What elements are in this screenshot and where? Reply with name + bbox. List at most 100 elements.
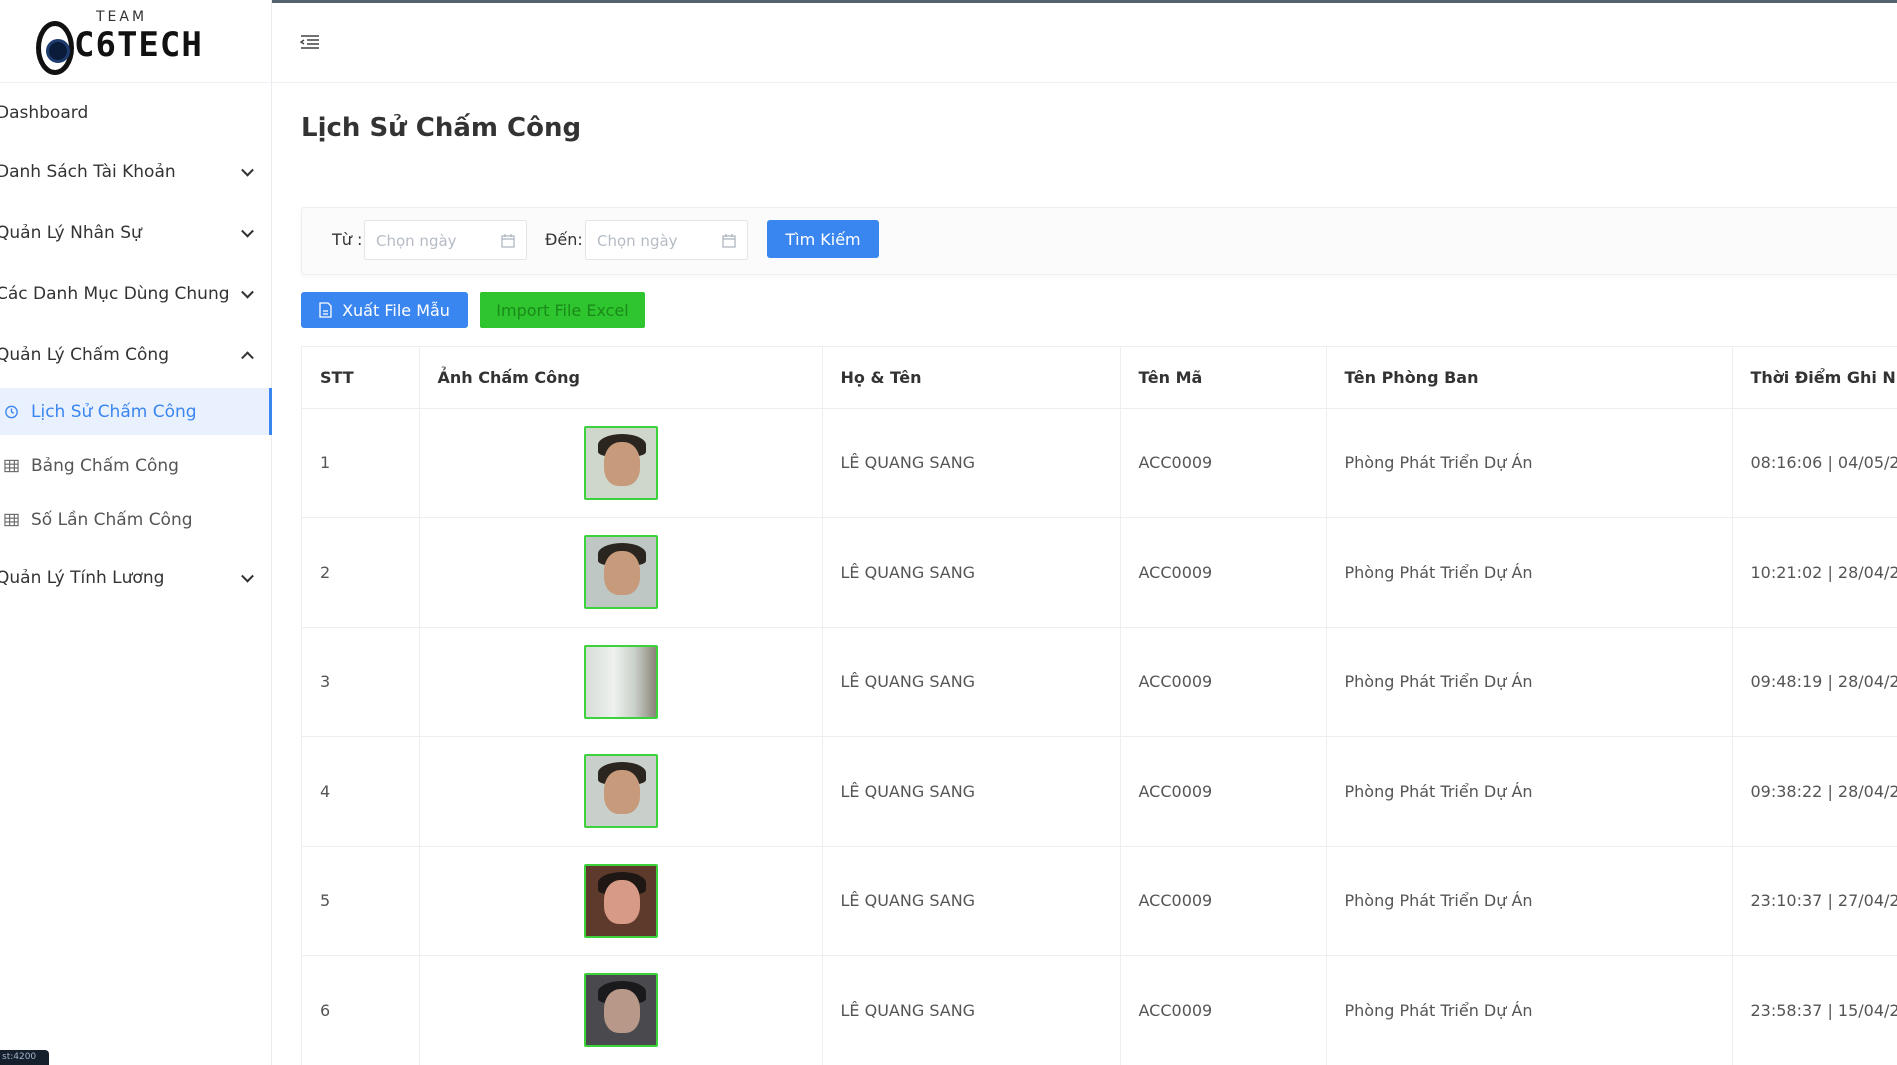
column-header[interactable]: Tên Phòng Ban xyxy=(1326,347,1733,409)
time-cell: 23:10:37 | 27/04/2024 xyxy=(1732,846,1897,956)
sidebar-item-hr[interactable]: Quản Lý Nhân Sự xyxy=(0,202,272,263)
table-row[interactable]: 4 LÊ QUANG SANG ACC0009 Phòng Phát Triển… xyxy=(302,736,1897,847)
code-cell: ACC0009 xyxy=(1120,955,1327,1065)
chevron-down-icon xyxy=(241,224,254,238)
time-cell: 09:38:22 | 28/04/2024 xyxy=(1732,736,1897,847)
attendance-photo[interactable] xyxy=(583,973,658,1048)
import-excel-button[interactable]: Import File Excel xyxy=(480,292,645,328)
attendance-table-container[interactable]: STT Ảnh Chấm Công Họ & Tên Tên Mã Tên Ph… xyxy=(301,346,1897,1065)
stt-cell: 2 xyxy=(302,517,420,628)
code-cell: ACC0009 xyxy=(1120,736,1327,847)
sidebar-item-label: Quản Lý Nhân Sự xyxy=(0,222,142,243)
sidebar-item-payroll[interactable]: Quản Lý Tính Lương xyxy=(0,547,272,608)
chevron-up-icon xyxy=(241,350,254,364)
sidebar-item-categories[interactable]: Các Danh Mục Dùng Chung xyxy=(0,263,272,324)
logo-team-text: TEAM xyxy=(96,9,148,25)
from-date-input[interactable]: Chọn ngày xyxy=(364,220,527,260)
table-row[interactable]: 2 LÊ QUANG SANG ACC0009 Phòng Phát Triển… xyxy=(302,517,1897,628)
stt-cell: 6 xyxy=(302,955,420,1065)
photo-cell xyxy=(419,408,823,518)
name-cell: LÊ QUANG SANG xyxy=(822,627,1121,737)
logo-name-text: C6TECH xyxy=(74,25,203,65)
menu-collapse-icon[interactable] xyxy=(299,34,321,50)
sidebar-subitem-label: Bảng Chấm Công xyxy=(31,456,179,476)
calendar-icon xyxy=(722,234,736,248)
date-placeholder: Chọn ngày xyxy=(376,232,457,250)
sidebar-item-label: Danh Sách Tài Khoản xyxy=(0,161,176,182)
search-button[interactable]: Tìm Kiếm xyxy=(767,220,879,258)
sidebar-item-label: Các Danh Mục Dùng Chung xyxy=(0,283,230,304)
attendance-photo[interactable] xyxy=(583,425,658,500)
photo-cell xyxy=(419,955,823,1065)
status-badge: st:4200 xyxy=(0,1050,49,1065)
page-title: Lịch Sử Chấm Công xyxy=(301,113,582,143)
top-header xyxy=(272,3,1897,83)
name-cell: LÊ QUANG SANG xyxy=(822,955,1121,1065)
stt-cell: 3 xyxy=(302,627,420,737)
time-cell: 08:16:06 | 04/05/2024 xyxy=(1732,408,1897,518)
chevron-down-icon xyxy=(241,569,254,583)
column-header[interactable]: Họ & Tên xyxy=(822,347,1121,409)
column-header[interactable]: Ảnh Chấm Công xyxy=(419,347,823,409)
file-icon xyxy=(319,302,332,318)
dept-cell: Phòng Phát Triển Dự Án xyxy=(1326,517,1733,628)
time-cell: 09:48:19 | 28/04/2024 xyxy=(1732,627,1897,737)
sidebar-subitem-label: Số Lần Chấm Công xyxy=(31,510,193,530)
column-header[interactable]: STT xyxy=(302,347,420,409)
chevron-down-icon xyxy=(241,163,254,177)
logo[interactable]: TEAM C6TECH xyxy=(0,3,272,83)
to-date-input[interactable]: Chọn ngày xyxy=(585,220,748,260)
dept-cell: Phòng Phát Triển Dự Án xyxy=(1326,955,1733,1065)
table-row[interactable]: 5 LÊ QUANG SANG ACC0009 Phòng Phát Triển… xyxy=(302,846,1897,956)
date-filter-panel: Từ : Chọn ngày Đến: Chọn ngày Tìm Kiếm xyxy=(301,207,1897,275)
attendance-photo[interactable] xyxy=(583,535,658,610)
stt-cell: 4 xyxy=(302,736,420,847)
sidebar-item-accounts[interactable]: Danh Sách Tài Khoản xyxy=(0,141,272,202)
photo-cell xyxy=(419,627,823,737)
column-header[interactable]: Tên Mã xyxy=(1120,347,1327,409)
sidebar-subitem-attendance-count[interactable]: Số Lần Chấm Công xyxy=(0,493,272,547)
time-cell: 10:21:02 | 28/04/2024 xyxy=(1732,517,1897,628)
dept-cell: Phòng Phát Triển Dự Án xyxy=(1326,846,1733,956)
sidebar-item-attendance[interactable]: Quản Lý Chấm Công xyxy=(0,324,272,385)
table-icon xyxy=(4,459,19,473)
stt-cell: 1 xyxy=(302,408,420,518)
attendance-table: STT Ảnh Chấm Công Họ & Tên Tên Mã Tên Ph… xyxy=(302,347,1897,1065)
sidebar-item-label: Dashboard xyxy=(0,103,89,123)
column-header[interactable]: Thời Điểm Ghi Nhận xyxy=(1732,347,1897,409)
code-cell: ACC0009 xyxy=(1120,517,1327,628)
code-cell: ACC0009 xyxy=(1120,627,1327,737)
chevron-down-icon xyxy=(241,285,254,299)
dept-cell: Phòng Phát Triển Dự Án xyxy=(1326,627,1733,737)
attendance-photo[interactable] xyxy=(583,754,658,829)
logo-ring-icon xyxy=(36,21,74,75)
sidebar-item-label: Quản Lý Tính Lương xyxy=(0,567,165,588)
from-label: Từ : xyxy=(332,230,363,249)
date-placeholder: Chọn ngày xyxy=(597,232,678,250)
name-cell: LÊ QUANG SANG xyxy=(822,846,1121,956)
dept-cell: Phòng Phát Triển Dự Án xyxy=(1326,736,1733,847)
sidebar-item-label: Quản Lý Chấm Công xyxy=(0,344,169,365)
table-row[interactable]: 3 LÊ QUANG SANG ACC0009 Phòng Phát Triển… xyxy=(302,627,1897,737)
clock-icon xyxy=(5,405,18,418)
export-template-button[interactable]: Xuất File Mẫu xyxy=(301,292,468,328)
sidebar-subitem-label: Lịch Sử Chấm Công xyxy=(31,401,197,422)
sidebar-subitem-timesheet[interactable]: Bảng Chấm Công xyxy=(0,439,272,493)
export-label: Xuất File Mẫu xyxy=(342,300,450,320)
stt-cell: 5 xyxy=(302,846,420,956)
table-row[interactable]: 1 LÊ QUANG SANG ACC0009 Phòng Phát Triển… xyxy=(302,408,1897,518)
calendar-icon xyxy=(501,234,515,248)
photo-cell xyxy=(419,736,823,847)
table-row[interactable]: 6 LÊ QUANG SANG ACC0009 Phòng Phát Triển… xyxy=(302,955,1897,1065)
name-cell: LÊ QUANG SANG xyxy=(822,736,1121,847)
dept-cell: Phòng Phát Triển Dự Án xyxy=(1326,408,1733,518)
photo-cell xyxy=(419,846,823,956)
code-cell: ACC0009 xyxy=(1120,408,1327,518)
attendance-photo[interactable] xyxy=(583,644,658,719)
attendance-photo[interactable] xyxy=(583,863,658,938)
sidebar-item-dashboard[interactable]: Dashboard xyxy=(0,85,272,141)
to-label: Đến: xyxy=(545,230,583,249)
photo-cell xyxy=(419,517,823,628)
sidebar-subitem-attendance-history[interactable]: Lịch Sử Chấm Công xyxy=(0,388,272,435)
name-cell: LÊ QUANG SANG xyxy=(822,408,1121,518)
